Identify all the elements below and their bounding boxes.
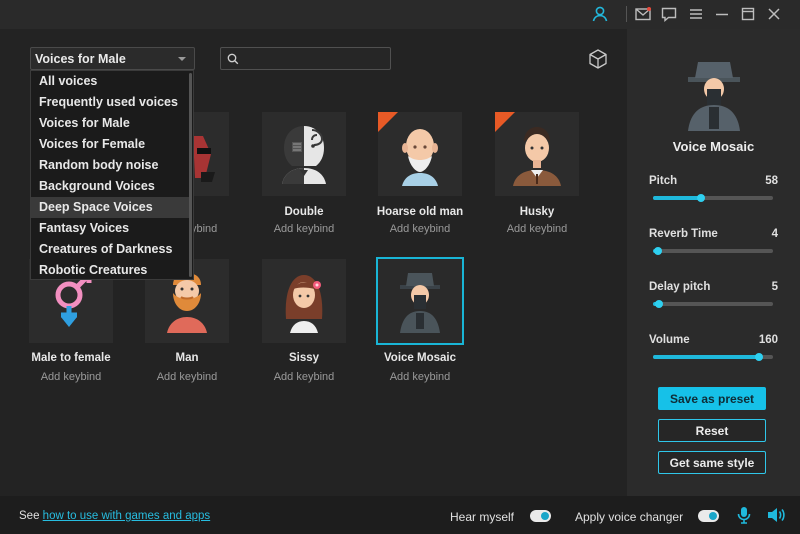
cube-icon[interactable]: [587, 48, 609, 70]
add-keybind-link[interactable]: Add keybind: [127, 371, 247, 383]
voice-name-man: Man: [175, 352, 199, 364]
menu-item-deep-space-voices[interactable]: Deep Space Voices: [31, 197, 191, 218]
microphone-icon[interactable]: [734, 505, 754, 525]
help-text: See how to use with games and apps: [19, 510, 210, 522]
titlebar-divider: [626, 6, 627, 22]
how-to-use-link[interactable]: how to use with games and apps: [43, 510, 211, 522]
new-badge: [378, 112, 398, 132]
voice-mosaic-avatar: [688, 62, 740, 131]
add-keybind-link[interactable]: Add keybind: [11, 371, 131, 383]
voice-card-double[interactable]: [262, 112, 346, 196]
delay-pitch-slider[interactable]: [653, 300, 773, 308]
add-keybind-link[interactable]: Add keybind: [244, 371, 364, 383]
pitch-value: 58: [765, 175, 778, 187]
mail-icon[interactable]: [633, 4, 653, 24]
voice-card-hoarse-old-man[interactable]: [378, 112, 462, 196]
volume-value: 160: [758, 334, 778, 346]
maximize-icon[interactable]: [738, 4, 758, 24]
voice-name-double: Double: [284, 206, 324, 218]
bottom-bar: See how to use with games and apps Hear …: [0, 496, 800, 534]
menu-item-robotic-creatures[interactable]: Robotic Creatures: [31, 260, 191, 281]
voice-card-voice-mosaic[interactable]: [376, 257, 464, 345]
speaker-icon[interactable]: [766, 505, 786, 525]
menu-item-background-voices[interactable]: Background Voices: [31, 176, 191, 197]
slider-handle[interactable]: [697, 194, 705, 202]
slider-handle[interactable]: [655, 300, 663, 308]
voice-category-menu: All voices Frequently used voices Voices…: [30, 70, 194, 280]
delay-pitch-value: 5: [771, 281, 778, 293]
menu-item-frequently-used[interactable]: Frequently used voices: [31, 92, 191, 113]
search-icon: [227, 53, 239, 65]
reverb-time-label: Reverb Time: [649, 228, 718, 240]
get-same-style-button[interactable]: Get same style: [658, 451, 766, 474]
add-keybind-link[interactable]: Add keybind: [360, 223, 480, 235]
slider-handle[interactable]: [653, 247, 662, 255]
panel-title: Voice Mosaic: [672, 139, 755, 154]
apply-voice-changer-label: Apply voice changer: [575, 510, 684, 524]
search-input[interactable]: [243, 50, 383, 67]
slider-handle[interactable]: [754, 353, 763, 361]
menu-item-all-voices[interactable]: All voices: [31, 71, 191, 92]
user-icon[interactable]: [590, 4, 610, 24]
voice-category-select[interactable]: Voices for Male: [30, 47, 195, 70]
apply-voice-changer-toggle[interactable]: [698, 510, 719, 522]
voice-name-sissy: Sissy: [288, 352, 320, 364]
voice-name-husky: Husky: [519, 206, 555, 218]
menu-item-random-body-noise[interactable]: Random body noise: [31, 155, 191, 176]
add-keybind-link[interactable]: Add keybind: [477, 223, 597, 235]
delay-pitch-label: Delay pitch: [649, 281, 711, 293]
hear-myself-label: Hear myself: [450, 510, 515, 524]
menu-item-voices-for-female[interactable]: Voices for Female: [31, 134, 191, 155]
volume-label: Volume: [649, 334, 690, 346]
pitch-slider[interactable]: [653, 194, 773, 202]
double-face-icon: [282, 126, 326, 184]
menu-scrollbar[interactable]: [189, 73, 192, 277]
voice-name-voice-mosaic: Voice Mosaic: [383, 352, 456, 364]
girl-icon: [285, 275, 323, 333]
add-keybind-link[interactable]: Add keybind: [360, 371, 480, 383]
voice-category-value: Voices for Male: [35, 52, 126, 66]
menu-icon[interactable]: [686, 4, 706, 24]
toggle-knob: [541, 512, 549, 520]
volume-slider[interactable]: [653, 353, 773, 361]
title-bar: [0, 0, 800, 29]
see-label: See: [19, 510, 40, 522]
toggle-knob: [709, 512, 717, 520]
reset-button[interactable]: Reset: [658, 419, 766, 442]
close-icon[interactable]: [764, 4, 784, 24]
search-box[interactable]: [220, 47, 391, 70]
minimize-icon[interactable]: [712, 4, 732, 24]
voice-card-husky[interactable]: [495, 112, 579, 196]
new-badge: [495, 112, 515, 132]
menu-item-voices-for-male[interactable]: Voices for Male: [31, 113, 191, 134]
add-keybind-link[interactable]: Add keybind: [244, 223, 364, 235]
voice-name-hoarse-old-man: Hoarse old man: [376, 206, 464, 218]
chevron-down-icon: [178, 57, 186, 61]
save-as-preset-button[interactable]: Save as preset: [658, 387, 766, 410]
pitch-label: Pitch: [649, 175, 678, 187]
mosaic-spy-icon: [400, 273, 440, 333]
reverb-time-value: 4: [771, 228, 778, 240]
voice-name-male-to-female: Male to female: [31, 352, 111, 364]
voice-settings-panel: Voice Mosaic Pitch 58 Reverb Time 4 Dela…: [627, 29, 800, 496]
slider-fill: [653, 196, 701, 200]
menu-item-fantasy-voices[interactable]: Fantasy Voices: [31, 218, 191, 239]
slider-fill: [653, 355, 759, 359]
hear-myself-toggle[interactable]: [530, 510, 551, 522]
voice-card-sissy[interactable]: [262, 259, 346, 343]
reverb-time-slider[interactable]: [653, 247, 773, 255]
chat-icon[interactable]: [659, 4, 679, 24]
menu-item-creatures-of-darkness[interactable]: Creatures of Darkness: [31, 239, 191, 260]
